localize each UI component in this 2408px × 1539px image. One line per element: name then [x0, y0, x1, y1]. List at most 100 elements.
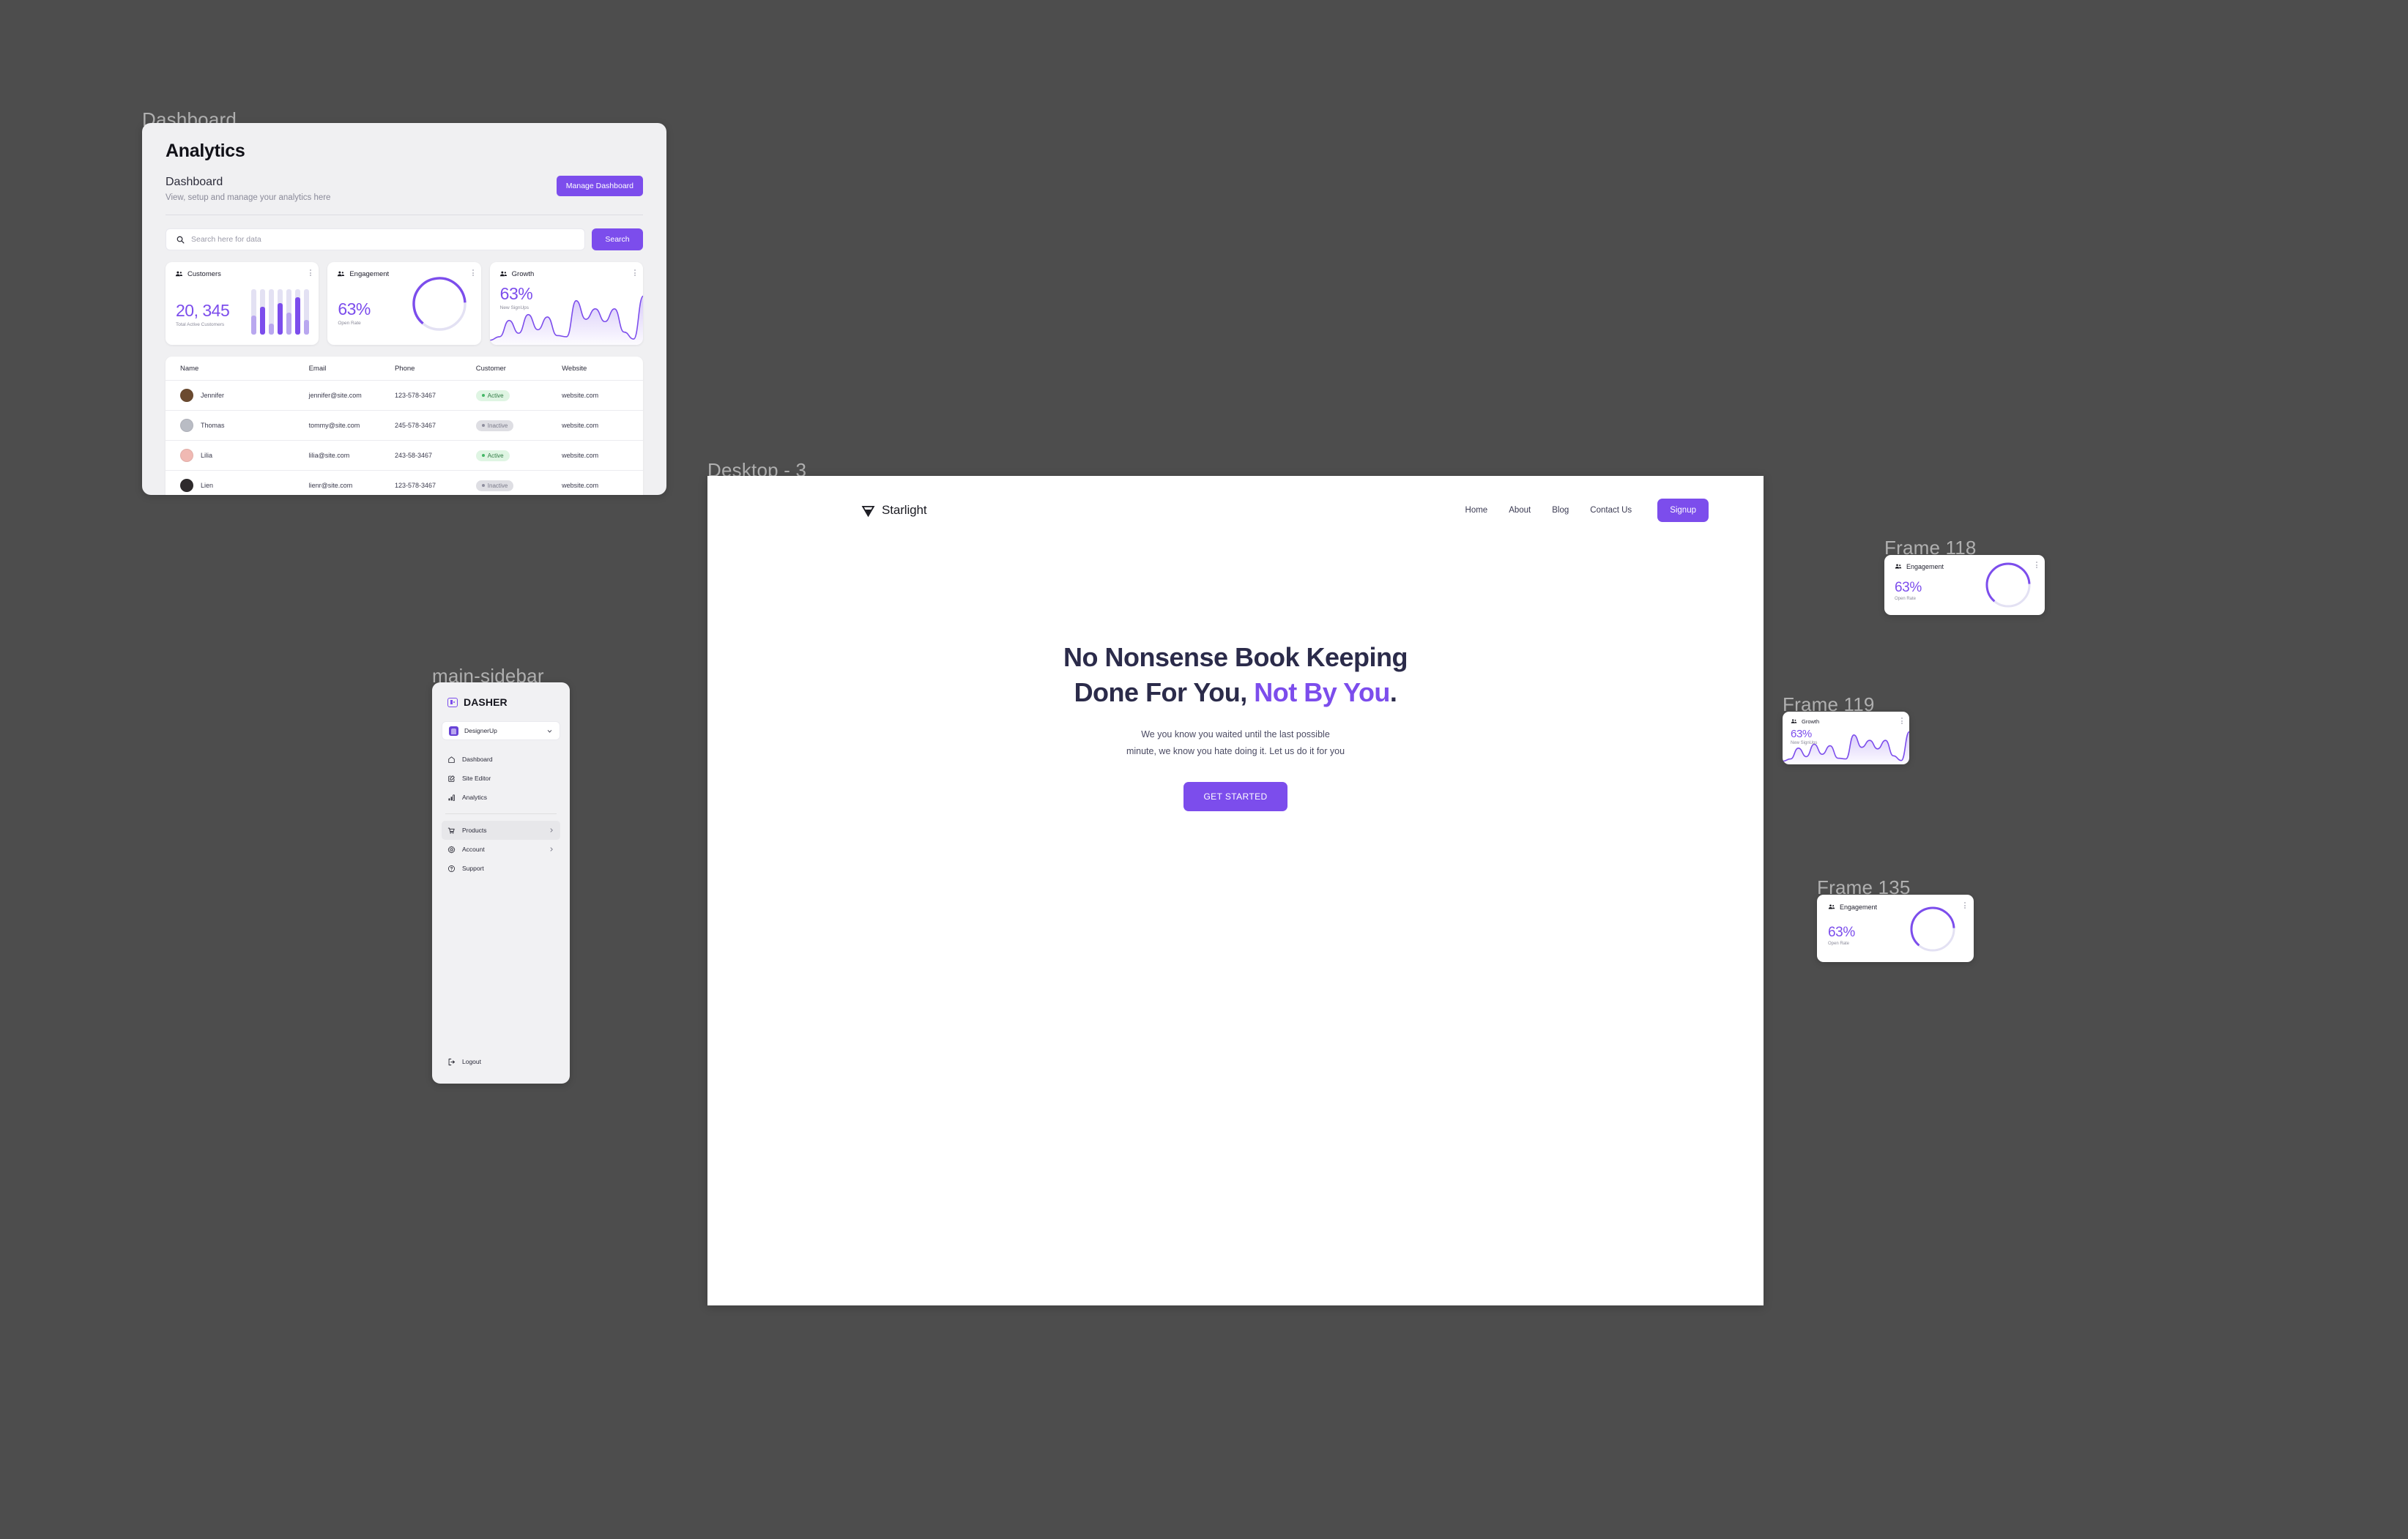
- mini-sublabel: Open Rate: [1828, 942, 1850, 946]
- avatar: [180, 479, 193, 493]
- bar-track: [260, 289, 266, 335]
- sidebar-item-dashboard[interactable]: Dashboard: [442, 750, 560, 769]
- sidebar-item-site-editor[interactable]: Site Editor: [442, 769, 560, 788]
- mini-value-block: 63% Open Rate: [1895, 580, 1922, 601]
- engagement-donut-chart: [1983, 560, 2033, 610]
- bar-fill: [295, 297, 301, 335]
- sidebar-brand-label: DASHER: [464, 696, 508, 708]
- site-nav-links: Home About Blog Contact Us Signup: [1465, 499, 1709, 522]
- status-dot: [481, 484, 485, 488]
- workspace-selector[interactable]: DesignerUp: [442, 721, 560, 740]
- sidebar-item-logout[interactable]: Logout: [442, 1052, 560, 1071]
- avatar: [180, 389, 193, 402]
- workspace-avatar: [449, 726, 458, 736]
- column-header-customer: Customer: [475, 357, 562, 381]
- table-row[interactable]: Thomas tommy@site.com 245-578-3467 Inactive…: [166, 410, 643, 441]
- sidebar-item-products[interactable]: Products: [442, 821, 560, 840]
- bar-fill: [304, 319, 310, 335]
- customer-name: Thomas: [201, 422, 225, 429]
- card-menu-icon[interactable]: [1901, 718, 1903, 724]
- cell-website: website.com: [562, 380, 643, 411]
- search-placeholder: Search here for data: [191, 235, 261, 244]
- cell-email: jennifer@site.com: [308, 380, 395, 411]
- cell-name: Lien: [166, 471, 309, 496]
- cell-website: website.com: [562, 410, 643, 441]
- search-input[interactable]: Search here for data: [166, 228, 585, 250]
- card-menu-icon[interactable]: [310, 269, 312, 276]
- nav-link-home[interactable]: Home: [1465, 506, 1488, 515]
- mini-card-header: Growth: [1783, 712, 1909, 725]
- design-canvas: Dashboard Analytics Dashboard View, setu…: [0, 0, 2408, 1539]
- get-started-button[interactable]: GET STARTED: [1183, 782, 1287, 811]
- customer-name: Jennifer: [201, 392, 225, 399]
- edit-square-icon: [447, 775, 456, 783]
- stat-card-label: Growth: [511, 270, 535, 278]
- column-header-email: Email: [308, 357, 395, 381]
- status-label: Active: [487, 392, 504, 399]
- mini-value: 63%: [1895, 580, 1922, 595]
- table-row[interactable]: Lilia lilia@site.com 243-58-3467 Active webs…: [166, 440, 643, 471]
- customer-name: Lien: [201, 482, 214, 490]
- sidebar-item-support[interactable]: Support: [442, 859, 560, 878]
- workspace-name: DesignerUp: [464, 727, 497, 734]
- users-icon: [1791, 718, 1797, 725]
- nav-link-contact-us[interactable]: Contact Us: [1590, 506, 1632, 515]
- cell-email: lienr@site.com: [308, 482, 353, 490]
- site-logo[interactable]: Starlight: [861, 503, 927, 518]
- card-menu-icon[interactable]: [472, 269, 474, 276]
- mini-sublabel: New SignUps: [1791, 741, 1818, 745]
- column-header-name: Name: [166, 357, 309, 381]
- stat-card-label: Customers: [187, 270, 221, 278]
- site-navbar: Starlight Home About Blog Contact Us Signup: [707, 476, 1764, 522]
- table-body: Jennifer jennifer@site.com 123-578-3467 Act…: [166, 380, 643, 496]
- frame-135: Engagement 63% Open Rate: [1817, 895, 1974, 962]
- status-label: Inactive: [487, 422, 508, 429]
- stat-value: 63%: [338, 299, 371, 318]
- card-menu-icon[interactable]: [2036, 562, 2037, 568]
- nav-link-blog[interactable]: Blog: [1552, 506, 1569, 515]
- cell-website: website.com: [562, 440, 643, 471]
- help-circle-icon: [447, 865, 456, 873]
- card-menu-icon[interactable]: [1964, 902, 1966, 909]
- users-icon: [1828, 903, 1835, 911]
- mini-card-label: Engagement: [1906, 563, 1944, 570]
- dasher-logo-icon: [447, 697, 458, 707]
- sidebar-brand: DASHER: [432, 682, 570, 708]
- frame-118: Engagement 63% Open Rate: [1884, 555, 2045, 615]
- users-icon: [499, 270, 508, 278]
- status-badge: Active: [475, 450, 510, 461]
- stat-sublabel: Total Active Customers: [176, 322, 225, 327]
- bar-fill: [251, 315, 257, 335]
- bar-track: [278, 289, 283, 335]
- status-dot: [481, 394, 485, 397]
- manage-dashboard-button[interactable]: Manage Dashboard: [556, 176, 643, 196]
- sidebar-item-label: Site Editor: [462, 775, 491, 782]
- signup-button[interactable]: Signup: [1657, 499, 1709, 522]
- search-button[interactable]: Search: [592, 228, 643, 250]
- hero-subtext: We you know you waited until the last po…: [707, 726, 1764, 760]
- cell-email: tommy@site.com: [308, 410, 395, 441]
- gear-icon: [447, 846, 456, 854]
- status-badge: Active: [475, 390, 510, 401]
- cell-status: Inactive: [475, 410, 562, 441]
- cell-status: Inactive: [475, 471, 562, 496]
- table-row[interactable]: Lien lienr@site.com 123-578-3467 Inactive we…: [166, 471, 643, 496]
- hero-section: No Nonsense Book Keeping Done For You, N…: [707, 522, 1764, 811]
- users-icon: [1895, 563, 1902, 570]
- cell-phone: 123-578-3467: [394, 482, 436, 490]
- status-badge: Inactive: [475, 420, 514, 431]
- status-dot: [481, 454, 485, 457]
- stat-card-engagement: Engagement 63% Open Rate: [327, 262, 481, 345]
- hero-heading-accent: Not By You: [1254, 677, 1390, 707]
- nav-link-about[interactable]: About: [1509, 506, 1531, 515]
- stat-value-block: 20, 345 Total Active Customers: [176, 301, 230, 327]
- bar-fill: [286, 313, 292, 335]
- bar-track: [304, 289, 310, 335]
- card-menu-icon[interactable]: [633, 269, 636, 276]
- section-subtitle: Dashboard: [166, 176, 223, 188]
- sidebar-item-account[interactable]: Account: [442, 840, 560, 859]
- sidebar-item-analytics[interactable]: Analytics: [442, 788, 560, 807]
- stat-value: 20, 345: [176, 301, 230, 320]
- search-row: Search here for data Search: [166, 228, 643, 250]
- table-row[interactable]: Jennifer jennifer@site.com 123-578-3467 Act…: [166, 380, 643, 411]
